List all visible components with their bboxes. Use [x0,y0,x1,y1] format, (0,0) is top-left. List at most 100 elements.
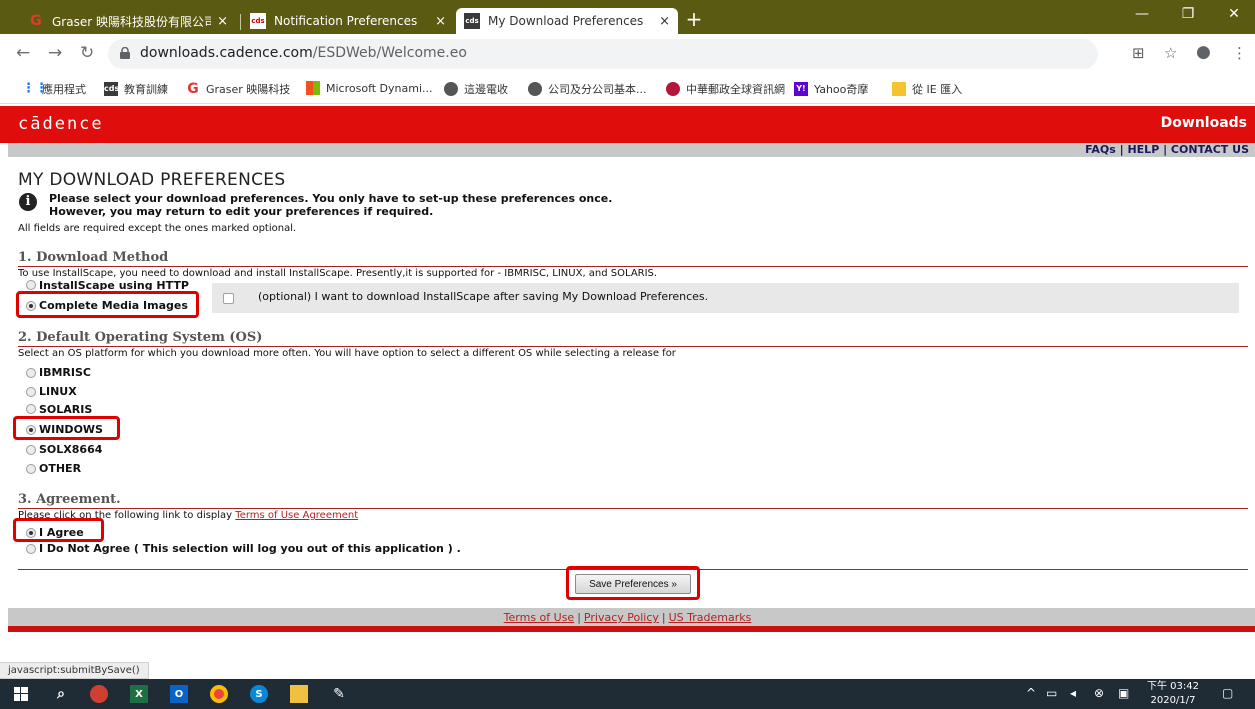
input-method-icon[interactable]: ▣ [1118,686,1129,700]
error-status-icon[interactable]: ⊗ [1094,686,1104,700]
bookmark-apps[interactable]: ⋮⋮ 應用程式 [22,81,86,97]
section-divider [18,266,1248,267]
bookmark-ie-import[interactable]: 從 IE 匯入 [892,81,962,97]
tray-chevron-icon[interactable]: ^ [1026,686,1036,700]
tab-title: Graser 映陽科技股份有限公司 [52,14,212,29]
minimize-icon[interactable]: — [1122,6,1162,22]
bookmark-graser[interactable]: G Graser 映陽科技 [186,81,290,97]
radio-os-other[interactable]: OTHER [26,462,81,475]
globe-icon [528,82,542,96]
footer-separator: | [577,611,581,624]
us-trademarks-link[interactable]: US Trademarks [669,611,752,624]
chrome-icon[interactable] [210,685,228,703]
system-clock[interactable]: 下午 03:42 2020/1/7 [1143,680,1203,708]
folder-icon [892,82,906,96]
restore-icon[interactable]: ❐ [1168,6,1208,22]
tab-my-download-preferences[interactable]: cds My Download Preferences × [456,8,678,34]
outlook-icon[interactable]: O [170,685,188,703]
section-download-method-heading: 1. Download Method [18,250,169,265]
section-download-method-description: To use InstallScape, you need to downloa… [18,268,658,279]
help-links[interactable]: FAQs | HELP | CONTACT US [1085,143,1249,156]
option-label: IBMRISC [39,366,91,379]
close-tab-icon[interactable]: × [435,14,446,29]
bookmark-microsoft-dynamics[interactable]: Microsoft Dynami... [306,81,433,95]
radio-button[interactable] [26,543,36,554]
intro-line: However, you may return to edit your pre… [49,205,434,218]
search-icon[interactable]: ⌕ [52,685,70,703]
radio-button[interactable] [26,280,36,290]
section-os-description: Select an OS platform for which you down… [18,348,676,359]
radio-button[interactable] [26,367,36,378]
bookmark-star-icon[interactable]: ☆ [1164,44,1177,62]
paint-app-icon[interactable] [90,685,108,703]
bookmark-company-info[interactable]: 公司及分公司基本... [528,81,647,97]
cadence-favicon-icon: cds [464,13,480,29]
windows-start-icon[interactable] [12,685,30,703]
clock-date: 2020/1/7 [1150,695,1196,706]
translate-icon[interactable]: ⊞ [1132,44,1145,62]
globe-icon [444,82,458,96]
menu-kebab-icon[interactable]: ⋮ [1232,44,1247,62]
bookmark-email[interactable]: 這邊電收 [444,81,508,97]
radio-os-solaris[interactable]: SOLARIS [26,404,92,414]
browser-tab-bar: G Graser 映陽科技股份有限公司 × cds Notification P… [0,0,1255,34]
radio-os-ibmrisc[interactable]: IBMRISC [26,366,91,379]
new-tab-button[interactable]: + [682,8,706,32]
footer-separator: | [661,611,666,624]
volume-muted-icon[interactable]: ◂ [1070,686,1076,700]
forward-arrow-icon[interactable]: → [48,43,62,63]
page-title: MY DOWNLOAD PREFERENCES [18,170,286,190]
bookmark-label: Graser 映陽科技 [206,83,291,96]
installscape-optional-checkbox[interactable] [223,293,234,304]
bookmark-label: 教育訓練 [124,83,168,96]
highlight-box [16,291,199,318]
radio-button[interactable] [26,404,36,414]
url-bar[interactable]: downloads.cadence.com/ESDWeb/Welcome.eo [108,39,1098,69]
highlight-box [13,518,104,542]
downloads-title: Downloads [1160,115,1247,131]
option-label: OTHER [39,462,82,475]
terms-of-use-link[interactable]: Terms of Use [504,611,575,624]
tab-title: Notification Preferences [274,14,418,28]
bookmark-label: 中華郵政全球資訊網 [686,83,785,96]
profile-avatar-icon[interactable]: ● [1196,42,1211,62]
paint-brush-icon[interactable]: ✎ [330,685,348,703]
intro-line: Please select your download preferences.… [49,192,613,205]
apps-grid-icon: ⋮⋮ [22,81,48,96]
network-icon[interactable]: ▭ [1046,686,1057,700]
radio-button[interactable] [26,386,36,397]
option-label: SOLX8664 [39,443,103,456]
skype-icon[interactable]: S [250,685,268,703]
bookmark-label: Microsoft Dynami... [326,81,433,95]
window-close-icon[interactable]: ✕ [1214,6,1254,22]
terms-of-use-agreement-link[interactable]: Terms of Use Agreement [235,510,358,521]
radio-os-linux[interactable]: LINUX [26,385,77,398]
radio-installscape-http[interactable]: InstallScape using HTTP [26,280,189,290]
radio-os-solx8664[interactable]: SOLX8664 [26,443,102,456]
close-tab-icon[interactable]: × [659,14,670,29]
radio-i-do-not-agree[interactable]: I Do Not Agree ( This selection will log… [26,542,461,555]
cadence-favicon-icon: cds [104,82,119,96]
section-agreement-heading: 3. Agreement. [18,492,121,507]
privacy-policy-link[interactable]: Privacy Policy [584,611,659,624]
close-tab-icon[interactable]: × [217,14,228,29]
excel-icon[interactable]: X [130,685,148,703]
option-label: I Do Not Agree ( This selection will log… [39,542,461,555]
windows-taskbar: ⌕ X O S ✎ ^ ▭ ◂ ⊗ ▣ 下午 03:42 2020/1/7 ▢ [0,679,1255,709]
tab-notification-preferences[interactable]: cds Notification Preferences × [242,8,454,34]
footer-red-strip [8,626,1255,632]
address-bar-row: ← → ↻ downloads.cadence.com/ESDWeb/Welco… [0,34,1255,74]
bookmark-yahoo[interactable]: Y! Yahoo奇摩 [794,81,868,97]
back-arrow-icon[interactable]: ← [16,43,30,63]
bookmark-education[interactable]: cds 教育訓練 [104,81,168,97]
info-icon: i [19,193,37,211]
radio-button[interactable] [26,444,36,455]
file-explorer-icon[interactable] [290,685,308,703]
notifications-icon[interactable]: ▢ [1222,686,1233,700]
status-bar: javascript:submitBySave() [0,662,149,679]
radio-button[interactable] [26,463,36,474]
reload-icon[interactable]: ↻ [80,43,94,63]
bookmark-post[interactable]: 中華郵政全球資訊網 [666,81,785,97]
tab-graser[interactable]: G Graser 映陽科技股份有限公司 × [20,8,236,34]
bookmark-label: 從 IE 匯入 [912,83,963,96]
